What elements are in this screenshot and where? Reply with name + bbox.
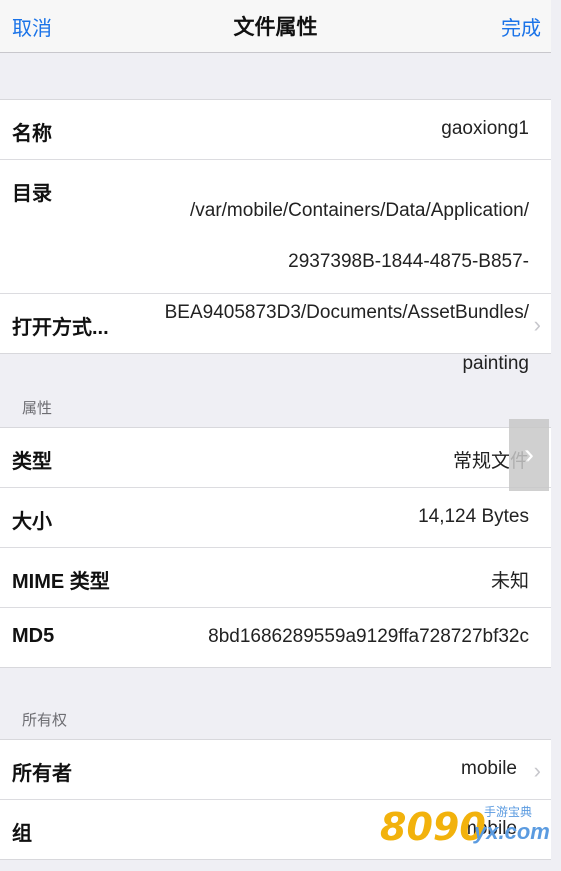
watermark-tagline: 手游宝典: [484, 805, 533, 819]
watermark-logo: 8090 yx.com 手游宝典: [380, 805, 550, 865]
mime-label: MIME 类型: [12, 571, 110, 593]
attributes-group: 类型 常规文件 大小 14,124 Bytes MIME 类型 未知 MD5 8…: [0, 427, 551, 668]
owner-label: 所有者: [12, 763, 72, 785]
owner-value: mobile: [461, 758, 517, 779]
name-value: gaoxiong1: [441, 118, 529, 139]
directory-row: 目录 /var/mobile/Containers/Data/Applicati…: [0, 160, 551, 374]
ownership-section-header: 所有权: [22, 712, 68, 729]
page-title: 文件属性: [233, 16, 318, 39]
md5-row: MD5 8bd1686289559a9129ffa728727bf32c: [0, 608, 551, 667]
open-with-label: 打开方式...: [12, 317, 109, 339]
mime-row: MIME 类型 未知: [0, 548, 551, 608]
type-label: 类型: [12, 451, 52, 473]
mime-value: 未知: [490, 571, 529, 592]
size-row: 大小 14,124 Bytes: [0, 488, 551, 548]
name-label: 名称: [12, 123, 52, 145]
chevron-right-icon: ›: [533, 312, 541, 337]
watermark-number: 8090: [380, 805, 486, 849]
type-row: 类型 常规文件: [0, 428, 551, 488]
file-info-group: 名称 gaoxiong1 目录 /var/mobile/Containers/D…: [0, 99, 551, 374]
navigation-bar: 取消 文件属性 完成: [0, 0, 551, 53]
directory-value: /var/mobile/Containers/Data/Application/…: [89, 172, 529, 402]
size-value: 14,124 Bytes: [418, 506, 529, 527]
directory-line: painting: [462, 352, 529, 374]
attributes-section-header: 属性: [22, 400, 53, 417]
group-label: 组: [12, 823, 32, 845]
chevron-right-icon: ›: [533, 758, 541, 783]
directory-label: 目录: [12, 183, 52, 205]
directory-line: 2937398B-1844-4875-B857-: [288, 250, 529, 272]
watermark-suffix: yx.com: [474, 819, 550, 844]
done-button[interactable]: 完成: [501, 12, 541, 41]
owner-row[interactable]: 所有者 mobile ›: [0, 740, 551, 800]
size-label: 大小: [12, 511, 52, 533]
name-row: 名称 gaoxiong1: [0, 100, 551, 160]
directory-line: /var/mobile/Containers/Data/Application/: [189, 199, 529, 221]
md5-value: 8bd1686289559a9129ffa728727bf32c: [208, 626, 529, 647]
chevron-right-icon: ›: [524, 438, 534, 471]
open-with-row[interactable]: 打开方式... ›: [0, 294, 551, 353]
md5-label: MD5: [12, 625, 55, 647]
side-panel-toggle[interactable]: ›: [509, 419, 549, 491]
